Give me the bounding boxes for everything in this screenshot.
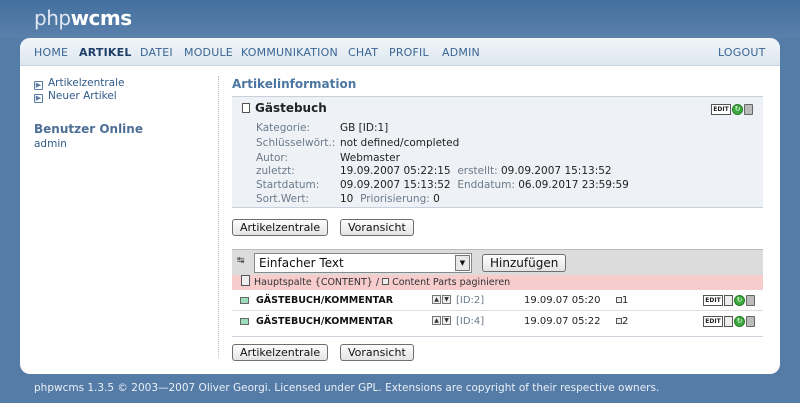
voransicht-button-bottom[interactable]: Voransicht bbox=[340, 344, 414, 361]
image-icon bbox=[240, 318, 249, 325]
info-row: Kategorie: GB [ID:1] bbox=[256, 122, 389, 134]
insert-icon: ↹ bbox=[237, 256, 245, 266]
trash-icon[interactable] bbox=[744, 104, 753, 115]
go-icon[interactable]: ↻ bbox=[734, 295, 745, 306]
phpwcms-logo[interactable]: phpwcms bbox=[34, 6, 132, 30]
edit-icon[interactable]: EDIT bbox=[703, 316, 723, 327]
arrow-right-icon: ▶ bbox=[34, 81, 43, 90]
edit-icon[interactable]: EDIT bbox=[711, 104, 731, 115]
page-title: Artikelinformation bbox=[232, 77, 357, 91]
table-row: GÄSTEBUCH/KOMMENTAR ▲ ▼ [ID:4] 19.09.07 0… bbox=[232, 312, 763, 332]
info-row: Autor: Webmaster bbox=[256, 152, 400, 164]
image-icon bbox=[240, 297, 249, 304]
nav-profil[interactable]: PROFIL bbox=[389, 46, 429, 59]
contentpart-type-select[interactable]: Einfacher Text ▼ bbox=[254, 253, 472, 273]
divider bbox=[232, 336, 763, 337]
sidebar-item-artikelzentrale[interactable]: ▶ Artikelzentrale bbox=[34, 77, 125, 90]
online-users-title: Benutzer Online bbox=[34, 122, 143, 136]
arrow-down-icon[interactable]: ▼ bbox=[442, 316, 451, 325]
app-header: phpwcms bbox=[0, 0, 800, 38]
article-title: Gästebuch bbox=[242, 101, 327, 115]
trash-icon[interactable] bbox=[746, 316, 755, 327]
artikelzentrale-button-bottom[interactable]: Artikelzentrale bbox=[232, 344, 329, 361]
nav-datei[interactable]: DATEI bbox=[140, 46, 173, 59]
nav-chat[interactable]: CHAT bbox=[348, 46, 378, 59]
row-actions: EDIT ↻ bbox=[703, 295, 755, 306]
go-icon[interactable]: ↻ bbox=[734, 316, 745, 327]
nav-admin[interactable]: ADMIN bbox=[442, 46, 480, 59]
nav-logout[interactable]: LOGOUT bbox=[718, 46, 766, 59]
nav-artikel[interactable]: ARTIKEL bbox=[79, 46, 132, 59]
info-row: zuletzt: 19.09.2007 05:22:15 erstellt: 09… bbox=[256, 165, 612, 177]
copy-icon[interactable] bbox=[724, 295, 733, 306]
go-icon[interactable]: ↻ bbox=[732, 104, 743, 115]
paginate-icon bbox=[382, 278, 390, 285]
footer-text: phpwcms 1.3.5 © 2003—2007 Oliver Georgi.… bbox=[34, 382, 660, 394]
article-info-box: Gästebuch EDIT ↻ Kategorie: GB [ID:1] Sch… bbox=[232, 96, 763, 208]
chevron-down-icon[interactable]: ▼ bbox=[455, 255, 470, 271]
section-icon bbox=[241, 275, 250, 286]
main-frame: HOME ARTIKEL DATEI MODULE KOMMUNIKATION … bbox=[20, 38, 780, 374]
info-row: Startdatum: 09.09.2007 15:13:52 Enddatum:… bbox=[256, 179, 629, 191]
voransicht-button[interactable]: Voransicht bbox=[340, 219, 414, 236]
edit-icon[interactable]: EDIT bbox=[703, 295, 723, 306]
arrow-down-icon[interactable]: ▼ bbox=[442, 295, 451, 304]
article-actions: EDIT ↻ bbox=[711, 104, 753, 115]
nav-home[interactable]: HOME bbox=[34, 46, 68, 59]
hinzufuegen-button[interactable]: Hinzufügen bbox=[482, 254, 567, 272]
sort-controls: ▲ ▼ bbox=[432, 295, 451, 304]
online-user: admin bbox=[34, 138, 67, 150]
artikelzentrale-button[interactable]: Artikelzentrale bbox=[232, 219, 329, 236]
copy-icon[interactable] bbox=[724, 316, 733, 327]
arrow-up-icon[interactable]: ▲ bbox=[432, 295, 441, 304]
row-actions: EDIT ↻ bbox=[703, 316, 755, 327]
section-header: Hauptspalte {CONTENT} / Content Parts pa… bbox=[232, 275, 763, 290]
document-icon bbox=[242, 103, 250, 113]
trash-icon[interactable] bbox=[746, 295, 755, 306]
add-contentpart-bar: ↹ Einfacher Text ▼ Hinzufügen bbox=[232, 249, 763, 275]
main-nav: HOME ARTIKEL DATEI MODULE KOMMUNIKATION … bbox=[20, 38, 780, 66]
sidebar-links: ▶ Artikelzentrale ▶ Neuer Artikel bbox=[34, 77, 125, 103]
info-row: Schlüsselwört.: not defined/completed bbox=[256, 137, 460, 149]
table-row: GÄSTEBUCH/KOMMENTAR ▲ ▼ [ID:2] 19.09.07 0… bbox=[232, 291, 763, 311]
paginate-link[interactable]: Content Parts paginieren bbox=[392, 277, 510, 288]
arrow-up-icon[interactable]: ▲ bbox=[432, 316, 441, 325]
arrow-right-icon: ▶ bbox=[34, 94, 43, 103]
sort-controls: ▲ ▼ bbox=[432, 316, 451, 325]
nav-kommunikation[interactable]: KOMMUNIKATION bbox=[241, 46, 338, 59]
nav-module[interactable]: MODULE bbox=[184, 46, 233, 59]
column-divider bbox=[218, 76, 219, 358]
info-row: Sort.Wert: 10 Priorisierung: 0 bbox=[256, 193, 440, 205]
sidebar-item-neuer-artikel[interactable]: ▶ Neuer Artikel bbox=[34, 90, 125, 103]
